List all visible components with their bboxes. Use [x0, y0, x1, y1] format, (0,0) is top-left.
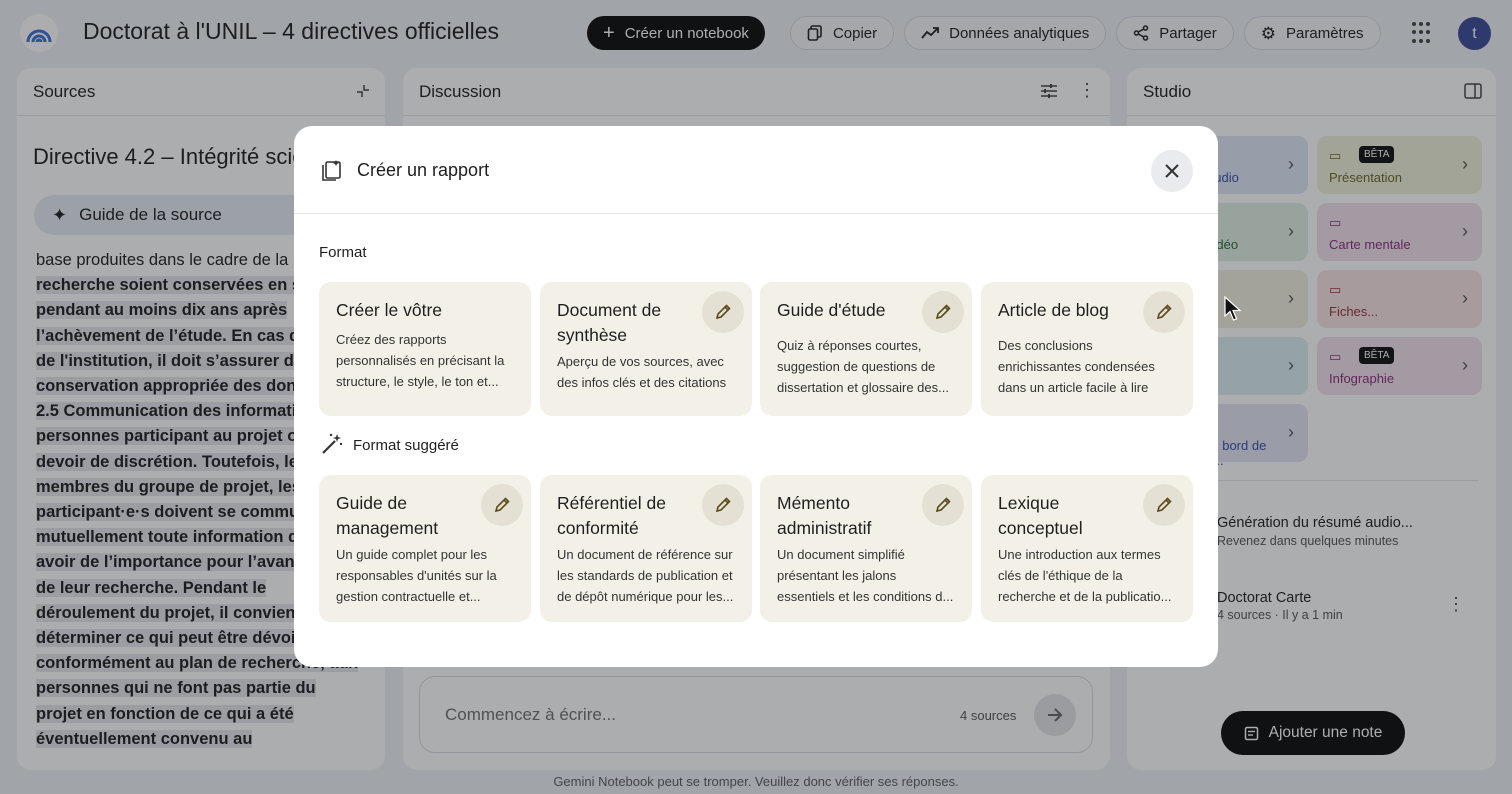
edit-button[interactable] [702, 291, 744, 333]
suggested-format-card[interactable]: Guide de management Un guide complet pour… [319, 475, 531, 622]
edit-button[interactable] [922, 484, 964, 526]
close-icon [1165, 164, 1179, 178]
dialog-title: Créer un rapport [357, 160, 490, 180]
format-card[interactable]: Document de synthèse Aperçu de vos source… [540, 282, 752, 416]
create-report-dialog: Créer un rapport Format Créer le vôtre Cr… [294, 126, 1218, 667]
card-description: Un document de référence sur les standar… [557, 547, 734, 604]
mouse-cursor-icon [1224, 296, 1242, 321]
suggested-format-card[interactable]: Mémento administratif Un document simplif… [760, 475, 972, 622]
card-title: Créer le vôtre [336, 300, 443, 320]
edit-button[interactable] [702, 484, 744, 526]
format-card[interactable]: Créer le vôtre Créez des rapports personn… [319, 282, 531, 416]
card-description: Un document simplifié présentant les jal… [777, 547, 954, 604]
card-title: Article de blog [998, 300, 1109, 320]
card-description: Une introduction aux termes clés de l'ét… [998, 547, 1172, 604]
card-description: Un guide complet pour les responsables d… [336, 547, 497, 604]
pencil-icon [1156, 304, 1172, 320]
pencil-icon [935, 304, 951, 320]
card-title: Mémento administratif [777, 493, 872, 538]
pencil-icon [715, 497, 731, 513]
close-button[interactable] [1151, 150, 1193, 192]
pencil-icon [1156, 497, 1172, 513]
card-title: Référentiel de conformité [557, 493, 666, 538]
card-title: Guide de management [336, 493, 439, 538]
card-title: Document de synthèse [557, 300, 662, 345]
pencil-icon [715, 304, 731, 320]
suggested-format-card[interactable]: Lexique conceptuel Une introduction aux t… [981, 475, 1193, 622]
card-title: Lexique conceptuel [998, 493, 1083, 538]
edit-button[interactable] [1143, 291, 1185, 333]
card-description: Créez des rapports personnalisés en préc… [336, 332, 505, 389]
pencil-icon [494, 497, 510, 513]
pencil-icon [935, 497, 951, 513]
suggested-format-card[interactable]: Référentiel de conformité Un document de … [540, 475, 752, 622]
edit-button[interactable] [481, 484, 523, 526]
card-description: Quiz à réponses courtes, suggestion de q… [777, 338, 949, 395]
edit-button[interactable] [1143, 484, 1185, 526]
card-description: Aperçu de vos sources, avec des infos cl… [557, 354, 727, 390]
report-stack-icon [322, 160, 341, 181]
edit-button[interactable] [922, 291, 964, 333]
format-section-label: Format [319, 244, 367, 261]
card-title: Guide d'étude [777, 300, 886, 320]
card-description: Des conclusions enrichissantes condensée… [998, 338, 1155, 395]
magic-wand-icon [322, 433, 343, 454]
format-card[interactable]: Article de blog Des conclusions enrichiss… [981, 282, 1193, 416]
format-card[interactable]: Guide d'étude Quiz à réponses courtes, su… [760, 282, 972, 416]
suggested-section-label: Format suggéré [353, 437, 459, 454]
dialog-header: Créer un rapport [294, 126, 1218, 214]
